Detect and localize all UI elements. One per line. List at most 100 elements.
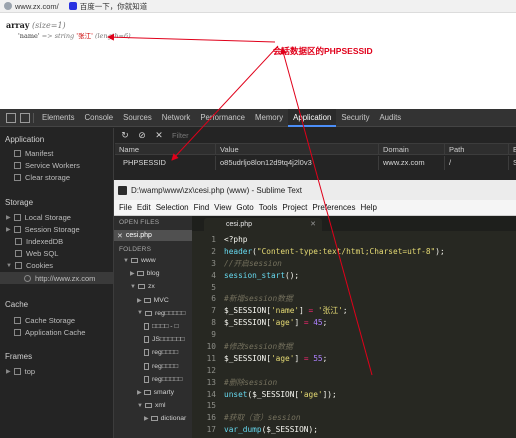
sidebar-item-application-cache[interactable]: Application Cache xyxy=(14,328,85,337)
tab-sources[interactable]: Sources xyxy=(118,109,157,127)
tree-file[interactable]: reg□□□□ xyxy=(144,362,178,370)
sidebar-item-cookie-origin[interactable]: http://www.zx.com xyxy=(0,272,113,284)
tree-file[interactable]: JS□□□□□□ xyxy=(144,336,185,344)
sidebar-item-local-storage[interactable]: ▶ Local Storage xyxy=(6,213,71,222)
sidebar-item-manifest[interactable]: Manifest xyxy=(14,149,53,158)
column-header-name[interactable]: Name xyxy=(115,144,216,154)
tree-folder[interactable]: ▶ dictionar xyxy=(144,415,186,422)
menu-tools[interactable]: Tools xyxy=(259,203,278,212)
code-line[interactable]: #获取（查）session xyxy=(224,412,445,424)
tab-network[interactable]: Network xyxy=(157,109,196,127)
column-header-expires[interactable]: E xyxy=(509,144,516,154)
code-line[interactable]: $_SESSION['age'] = 45; xyxy=(224,317,445,329)
chevron-right-icon[interactable]: ▶ xyxy=(144,415,149,422)
menu-preferences[interactable]: Preferences xyxy=(312,203,355,212)
chevron-down-icon[interactable]: ▼ xyxy=(130,284,136,290)
code-line[interactable]: var_dump($_SESSION); xyxy=(224,424,445,436)
sidebar-item-web-sql[interactable]: Web SQL xyxy=(15,249,58,258)
tree-folder[interactable]: ▼ www xyxy=(123,257,156,264)
menu-file[interactable]: File xyxy=(119,203,132,212)
tab-security[interactable]: Security xyxy=(336,109,374,127)
expand-arrow-icon[interactable]: ▶ xyxy=(6,368,11,375)
chevron-right-icon[interactable]: ▶ xyxy=(130,270,135,277)
table-row[interactable]: PHPSESSID o85udrljo8lon12d9tq4j2l0v3 www… xyxy=(115,156,516,170)
code-line[interactable]: session_start(); xyxy=(224,270,445,282)
code-line[interactable]: #新增session数据 xyxy=(224,293,445,305)
code-line[interactable]: //开启session xyxy=(224,258,445,270)
code-line[interactable] xyxy=(224,365,445,377)
tab-audits[interactable]: Audits xyxy=(374,109,406,127)
tree-folder[interactable]: ▼ xml xyxy=(137,402,166,409)
menu-project[interactable]: Project xyxy=(282,203,307,212)
globe-icon xyxy=(24,274,31,282)
chevron-down-icon[interactable]: ▼ xyxy=(123,258,129,264)
refresh-icon[interactable]: ↻ xyxy=(118,130,132,141)
code-line[interactable] xyxy=(224,400,445,412)
expand-arrow-icon[interactable]: ▶ xyxy=(6,214,11,221)
sidebar-item-service-workers[interactable]: Service Workers xyxy=(14,161,80,170)
tab-console[interactable]: Console xyxy=(80,109,119,127)
sidebar-item-label: Local Storage xyxy=(24,213,71,222)
code-line[interactable]: $_SESSION['name'] = '张江'; xyxy=(224,305,445,317)
chevron-right-icon[interactable]: ▶ xyxy=(137,297,142,304)
code-line[interactable]: #修改session数据 xyxy=(224,341,445,353)
sidebar-item-cache-storage[interactable]: Cache Storage xyxy=(14,316,75,325)
open-file-item[interactable]: ✕ cesi.php xyxy=(114,230,192,241)
sidebar-item-top-frame[interactable]: ▶ top xyxy=(6,367,35,376)
menu-view[interactable]: View xyxy=(214,203,231,212)
tree-file[interactable]: □□□□ - □ xyxy=(144,323,179,330)
expand-arrow-icon[interactable]: ▶ xyxy=(6,226,11,233)
code-line[interactable]: <?php xyxy=(224,234,445,246)
tree-file[interactable]: reg□□□□□ xyxy=(144,375,182,383)
sidebar-item-clear-storage[interactable]: Clear storage xyxy=(14,173,70,182)
tree-folder[interactable]: ▶ smarty xyxy=(137,389,174,396)
filter-input[interactable]: Filter xyxy=(172,131,189,140)
tab-memory[interactable]: Memory xyxy=(250,109,288,127)
menu-selection[interactable]: Selection xyxy=(156,203,189,212)
section-cache: Cache xyxy=(5,300,29,309)
code-line[interactable]: #删除session xyxy=(224,377,445,389)
collapse-arrow-icon[interactable]: ▼ xyxy=(6,263,12,269)
tree-file[interactable]: reg□□□□ xyxy=(144,349,178,357)
code-line[interactable]: $_SESSION['age'] = 55; xyxy=(224,353,445,365)
chevron-down-icon[interactable]: ▼ xyxy=(137,403,143,409)
clear-all-icon[interactable]: ⊘ xyxy=(135,130,149,141)
device-toolbar-icon[interactable] xyxy=(20,112,30,123)
close-icon[interactable]: ✕ xyxy=(310,218,316,231)
browser-tab-baidu[interactable]: 百度一下，你就知道 xyxy=(65,0,154,13)
sidebar-item-cookies[interactable]: ▼ Cookies xyxy=(6,261,53,270)
column-header-value[interactable]: Value xyxy=(216,144,379,154)
tab-application[interactable]: Application xyxy=(288,108,337,127)
tree-folder[interactable]: ▶ MVC xyxy=(137,297,169,304)
code-line[interactable]: unset($_SESSION['age']); xyxy=(224,389,445,401)
folder-icon xyxy=(144,310,152,316)
column-header-path[interactable]: Path xyxy=(445,144,509,154)
menu-edit[interactable]: Edit xyxy=(137,203,151,212)
dump-size: (size=1) xyxy=(32,21,66,30)
browser-tab-zx[interactable]: www.zx.com/ xyxy=(0,0,65,13)
sidebar-item-session-storage[interactable]: ▶ Session Storage xyxy=(6,225,80,234)
delete-selected-icon[interactable]: ✕ xyxy=(152,130,166,141)
tab-performance[interactable]: Performance xyxy=(195,109,250,127)
column-header-domain[interactable]: Domain xyxy=(379,144,445,154)
tree-folder[interactable]: ▼ reg□□□□□ xyxy=(137,310,185,317)
chevron-down-icon[interactable]: ▼ xyxy=(137,310,143,316)
file-icon xyxy=(144,323,149,330)
menu-help[interactable]: Help xyxy=(360,203,376,212)
tree-folder[interactable]: ▼ zx xyxy=(130,283,155,290)
code-editor[interactable]: cesi.php ✕ 123456789101112131415161718 <… xyxy=(192,216,516,438)
tab-elements[interactable]: Elements xyxy=(37,109,80,127)
cookie-expires-cell: S xyxy=(513,158,516,167)
sidebar-item-indexeddb[interactable]: IndexedDB xyxy=(15,237,63,246)
menu-find[interactable]: Find xyxy=(194,203,210,212)
code-line[interactable]: header("Content-type:text/html;Charset=u… xyxy=(224,246,445,258)
tree-folder[interactable]: ▶ blog xyxy=(130,270,159,277)
inspect-element-icon[interactable] xyxy=(6,112,16,123)
editor-tab[interactable]: cesi.php ✕ xyxy=(204,218,322,231)
code-line[interactable] xyxy=(224,282,445,294)
menu-goto[interactable]: Goto xyxy=(236,203,253,212)
code-text[interactable]: <?php header("Content-type:text/html;Char… xyxy=(224,234,445,438)
close-icon[interactable]: ✕ xyxy=(117,232,123,240)
code-line[interactable] xyxy=(224,329,445,341)
chevron-right-icon[interactable]: ▶ xyxy=(137,389,142,396)
